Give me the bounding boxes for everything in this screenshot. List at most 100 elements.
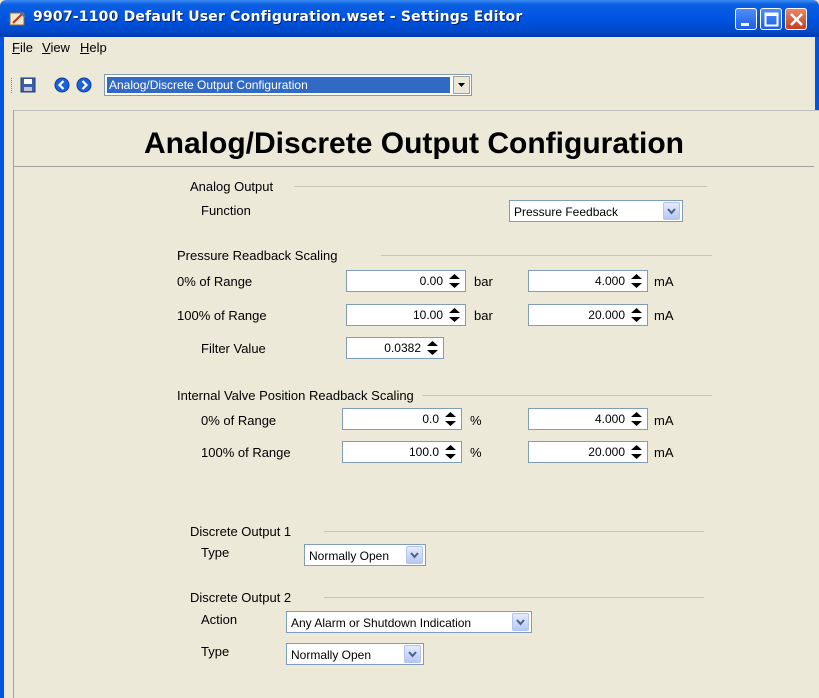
menu-bar: File View Help [0,37,819,58]
chevron-down-icon [410,552,419,559]
valve-0pct-ma-unit: mA [654,413,674,428]
filter-value-label: Filter Value [201,341,266,356]
spin-buttons[interactable] [446,306,463,324]
pressure-0pct-value: 0.00 [419,274,443,288]
spin-buttons[interactable] [628,272,645,290]
spin-arrows-icon [445,412,456,426]
do2-type-value: Normally Open [291,648,372,662]
page-title: Analog/Discrete Output Configuration [144,127,684,160]
pressure-0pct-unit: bar [474,274,493,289]
pressure-100pct-input[interactable]: 10.00 [346,304,466,326]
group-divider [294,186,707,187]
spin-buttons[interactable] [628,306,645,324]
spin-buttons[interactable] [424,339,441,357]
settings-panel: Analog/Discrete Output Configuration Ana… [13,110,819,698]
page-selector[interactable]: Analog/Discrete Output Configuration [104,74,472,96]
do2-action-select[interactable]: Any Alarm or Shutdown Indication [286,611,532,633]
function-label: Function [201,203,251,218]
close-button[interactable] [785,8,807,30]
valve-scaling-group-label: Internal Valve Position Readback Scaling [177,388,414,403]
toolbar-grip[interactable] [11,78,14,93]
window-title: 9907-1100 Default User Configuration.wse… [33,9,523,25]
pressure-0pct-input[interactable]: 0.00 [346,270,466,292]
do2-type-dropdown[interactable] [404,645,421,663]
minimize-icon [741,23,749,26]
valve-0pct-value: 0.0 [422,412,439,426]
pressure-0pct-label: 0% of Range [177,274,253,289]
title-bar: 9907-1100 Default User Configuration.wse… [0,0,819,37]
analog-output-group-label: Analog Output [190,179,274,194]
do2-type-label: Type [201,644,230,659]
do1-type-dropdown[interactable] [406,546,423,564]
pressure-100pct-label: 100% of Range [177,308,267,323]
valve-0pct-input[interactable]: 0.0 [342,408,462,430]
pressure-100pct-ma-input[interactable]: 20.000 [528,304,648,326]
group-divider [324,597,704,598]
pressure-0pct-ma-value: 4.000 [594,274,625,288]
spin-arrows-icon [445,445,456,459]
spin-arrows-icon [449,274,460,288]
back-icon[interactable] [54,77,70,93]
content-area: Analog/Discrete Output Configuration Ana… [0,103,819,698]
pressure-0pct-ma-input[interactable]: 4.000 [528,270,648,292]
menu-file[interactable]: File [12,40,33,55]
chevron-down-icon [667,208,676,215]
do1-type-value: Normally Open [309,549,390,563]
maximize-button[interactable] [760,8,782,30]
title-divider [14,166,814,167]
do1-type-select[interactable]: Normally Open [304,544,426,566]
spin-arrows-icon [631,308,642,322]
spin-buttons[interactable] [446,272,463,290]
minimize-button[interactable] [735,8,757,30]
page-selector-value: Analog/Discrete Output Configuration [107,77,450,93]
maximize-icon [764,12,779,27]
pressure-100pct-value: 10.00 [412,308,443,322]
chevron-down-icon [408,651,417,658]
valve-0pct-ma-value: 4.000 [594,412,625,426]
pressure-100pct-unit: bar [474,308,493,323]
spin-arrows-icon [631,274,642,288]
filter-value-input[interactable]: 0.0382 [346,337,444,359]
page-selector-dropdown[interactable] [453,76,470,94]
forward-icon[interactable] [76,77,92,93]
close-icon [790,13,803,26]
spin-arrows-icon [427,341,438,355]
valve-100pct-ma-input[interactable]: 20.000 [528,441,648,463]
function-select-value: Pressure Feedback [514,205,619,219]
pressure-0pct-ma-unit: mA [654,274,674,289]
save-icon[interactable] [20,77,36,93]
spin-arrows-icon [449,308,460,322]
chevron-down-icon [516,619,525,626]
group-divider [422,395,712,396]
valve-100pct-value: 100.0 [408,445,439,459]
valve-0pct-label: 0% of Range [201,413,277,428]
valve-100pct-ma-unit: mA [654,445,674,460]
do2-action-label: Action [201,612,238,627]
discrete-output-1-group-label: Discrete Output 1 [190,524,292,539]
pressure-scaling-group-label: Pressure Readback Scaling [177,248,338,263]
do2-action-value: Any Alarm or Shutdown Indication [291,616,472,630]
discrete-output-2-group-label: Discrete Output 2 [190,590,292,605]
valve-100pct-label: 100% of Range [201,445,291,460]
toolbar: Analog/Discrete Output Configuration [0,58,819,103]
valve-0pct-ma-input[interactable]: 4.000 [528,408,648,430]
spin-arrows-icon [631,445,642,459]
menu-help[interactable]: Help [80,40,107,55]
do1-type-label: Type [201,545,230,560]
spin-buttons[interactable] [628,443,645,461]
spin-buttons[interactable] [628,410,645,428]
valve-100pct-ma-value: 20.000 [588,445,625,459]
function-select[interactable]: Pressure Feedback [509,200,683,222]
do2-action-dropdown[interactable] [512,613,529,631]
do2-type-select[interactable]: Normally Open [286,643,424,665]
function-select-dropdown[interactable] [663,202,680,220]
valve-100pct-input[interactable]: 100.0 [342,441,462,463]
pressure-100pct-ma-value: 20.000 [588,308,625,322]
pressure-100pct-ma-unit: mA [654,308,674,323]
spin-buttons[interactable] [442,410,459,428]
menu-view[interactable]: View [42,40,70,55]
group-divider [381,255,712,256]
spin-buttons[interactable] [442,443,459,461]
valve-0pct-unit: % [470,413,482,428]
app-icon [9,11,26,26]
